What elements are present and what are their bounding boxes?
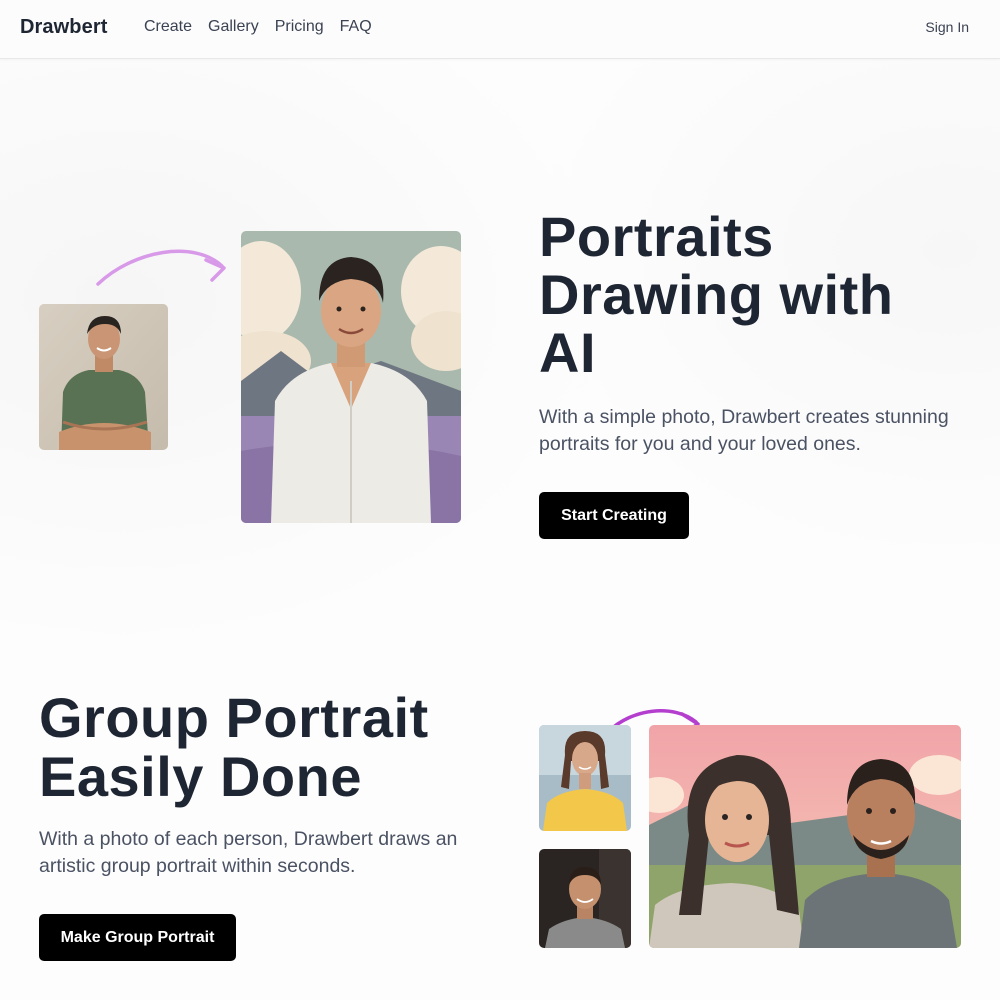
nav-link-pricing[interactable]: Pricing — [275, 18, 324, 36]
group-description-line-2: artistic group portrait within seconds. — [39, 855, 356, 877]
top-nav-bar: Drawbert Create Gallery Pricing FAQ Sign… — [0, 0, 1000, 59]
group-title-line-2: Easily Done — [39, 745, 362, 808]
hero-description-line-2: portraits for you and your loved ones. — [539, 433, 861, 455]
nav-link-gallery[interactable]: Gallery — [208, 18, 259, 36]
start-creating-button[interactable]: Start Creating — [539, 492, 689, 539]
hero-title-line-1: Portraits — [539, 205, 774, 268]
make-group-portrait-button[interactable]: Make Group Portrait — [39, 914, 236, 961]
group-description: With a photo of each person, Drawbert dr… — [39, 826, 499, 880]
transform-arrow-icon — [96, 249, 226, 286]
group-description-line-1: With a photo of each person, Drawbert dr… — [39, 828, 458, 850]
original-photo-woman — [539, 725, 631, 831]
brand-logo[interactable]: Drawbert — [20, 16, 108, 39]
hero-title: Portraits Drawing with AI — [539, 208, 893, 382]
main-nav: Create Gallery Pricing FAQ — [144, 18, 372, 36]
original-photo-man — [39, 304, 168, 450]
nav-link-faq[interactable]: FAQ — [340, 18, 372, 36]
hero-description-line-1: With a simple photo, Drawbert creates st… — [539, 406, 949, 428]
hero-description: With a simple photo, Drawbert creates st… — [539, 404, 979, 458]
ai-group-portrait — [649, 725, 961, 948]
group-title: Group Portrait Easily Done — [39, 688, 429, 806]
ai-portrait-man — [241, 231, 461, 523]
original-photo-man-2 — [539, 849, 631, 948]
sign-in-link[interactable]: Sign In — [925, 19, 969, 35]
nav-link-create[interactable]: Create — [144, 18, 192, 36]
hero-title-line-2: Drawing with — [539, 263, 894, 326]
hero-title-line-3: AI — [539, 321, 596, 384]
group-title-line-1: Group Portrait — [39, 686, 429, 749]
